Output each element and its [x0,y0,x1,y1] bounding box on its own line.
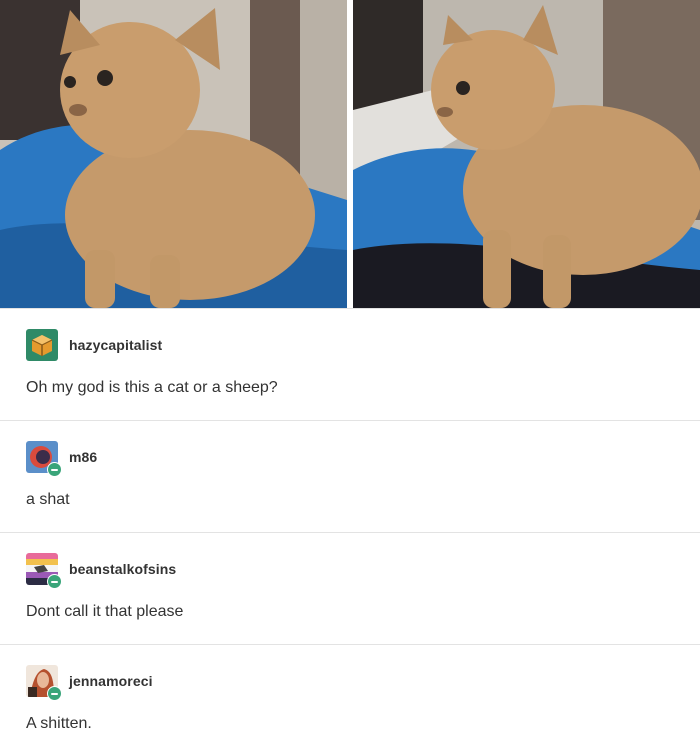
reply-item: m86 a shat [0,420,700,532]
username[interactable]: beanstalkofsins [69,561,176,577]
username[interactable]: jennamoreci [69,673,153,689]
reply-author: hazycapitalist [26,329,162,361]
pride-avatar-icon[interactable] [26,553,62,589]
badge-icon [47,574,62,589]
reply-item: hazycapitalist Oh my god is this a cat o… [0,308,700,420]
reply-item: jennamoreci A shitten. [0,644,700,756]
reply-author: beanstalkofsins [26,553,176,589]
reply-item: beanstalkofsins Dont call it that please [0,532,700,644]
portrait-avatar-icon[interactable] [26,665,62,701]
kitten-photo-right[interactable] [353,0,700,308]
box-avatar-icon[interactable] [26,329,58,361]
reply-text: Oh my god is this a cat or a sheep? [26,379,278,396]
kitten-photo-left[interactable] [0,0,347,308]
reply-author: jennamoreci [26,665,153,701]
reply-author: m86 [26,441,97,477]
photo-set [0,0,700,308]
blue-circle-avatar-icon[interactable] [26,441,62,477]
reply-text: Dont call it that please [26,603,184,620]
reply-text: a shat [26,491,70,508]
username[interactable]: hazycapitalist [69,337,162,353]
username[interactable]: m86 [69,449,97,465]
reply-text: A shitten. [26,715,92,732]
badge-icon [47,462,62,477]
badge-icon [47,686,62,701]
